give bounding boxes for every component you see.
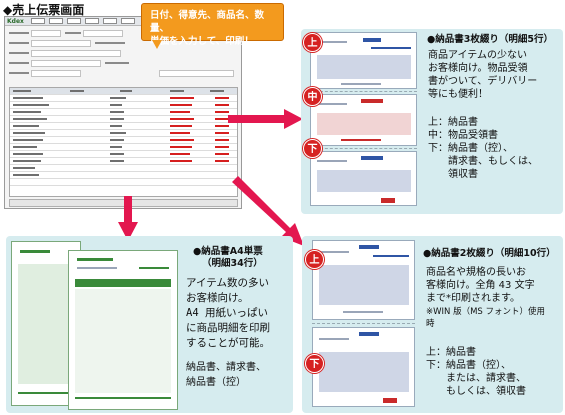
panel-copies-list: 上：納品書 中：物品受領書 下：納品書（控）、 請求書、もしくは、 領収書 — [428, 117, 538, 180]
stamp-top-icon: 上 — [303, 33, 322, 52]
panel-title: ●納品書2枚綴り（明細10行） — [423, 248, 556, 259]
callout-line-2: 単価を入力して、印刷！ — [150, 36, 254, 47]
stamp-middle-icon: 中 — [303, 87, 322, 106]
panel-two-part-delivery-note: 上 下 ●納品書2枚綴り（明細10行） 商品名や規格の長いお 客様向け。全角 4… — [302, 236, 563, 413]
panel-three-part-delivery-note: 上 中 下 ●納品書3枚綴り（明細5行） 商品アイテムの少ない お客様向け。物品… — [301, 29, 563, 214]
panel-description: 商品名や規格の長いお 客様向け。全角 43 文字 まで*印刷されます。 — [426, 267, 535, 304]
document-preview-bottom — [312, 327, 415, 407]
instruction-callout: 日付、得意先、商品名、数量、 単価を入力して、印刷！ — [141, 3, 284, 47]
panel-title: ●納品書A4単票 （明細34行） — [193, 246, 263, 269]
document-preview-middle — [310, 94, 417, 146]
screenshot-logo: Kdex — [7, 18, 24, 25]
panel-description: アイテム数の多い お客様向け。 A4 用紙いっぱい に商品明細を印刷 することが… — [186, 277, 270, 349]
callout-line-1: 日付、得意先、商品名、数量、 — [150, 10, 265, 34]
document-preview-top — [312, 240, 415, 320]
callout-pointer — [152, 40, 162, 49]
panel-note: ※WIN 版（MS フォント）使用 時 — [426, 307, 546, 329]
panel-a4-delivery-note: ●納品書A4単票 （明細34行） アイテム数の多い お客様向け。 A4 用紙いっ… — [6, 236, 293, 413]
stamp-bottom-icon: 下 — [305, 354, 324, 373]
stamp-top-icon: 上 — [305, 250, 324, 269]
panel-description: 商品アイテムの少ない お客様向け。物品受領 書がついて、デリバリー 等にも便利！ — [428, 50, 538, 100]
arrow-right-icon — [228, 109, 303, 129]
screenshot-detail-table — [9, 87, 238, 197]
panel-title: ●納品書3枚綴り（明細5行） — [427, 34, 554, 45]
stamp-bottom-icon: 下 — [303, 139, 322, 158]
document-preview-a4-front — [68, 250, 178, 410]
panel-copies-list: 納品書、請求書、 納品書（控） — [186, 362, 266, 388]
document-preview-top — [310, 32, 417, 89]
document-preview-bottom — [310, 151, 417, 206]
panel-copies-list: 上：納品書 下：納品書（控）、 または、請求書、 もしくは、領収書 — [426, 347, 526, 397]
